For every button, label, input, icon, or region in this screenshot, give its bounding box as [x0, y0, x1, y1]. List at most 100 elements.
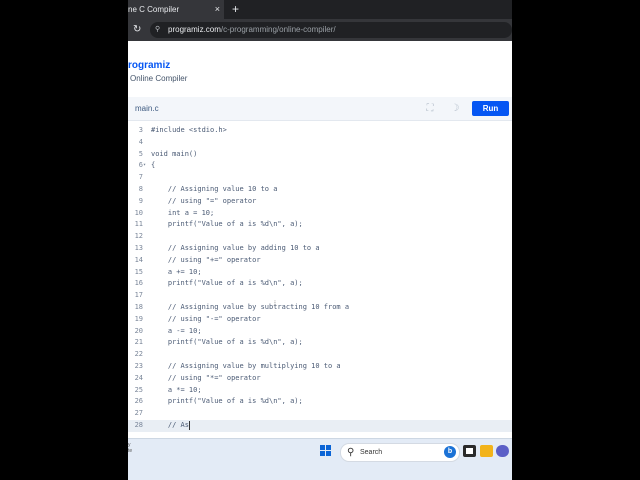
code-text: { — [151, 161, 156, 170]
code-text: // using "+=" operator — [151, 255, 261, 264]
browser-tab-bar: ne C Compiler × + — [128, 0, 512, 19]
code-line[interactable]: 9 // using "=" operator — [128, 196, 512, 208]
code-line[interactable]: 24 // using "*=" operator — [128, 373, 512, 385]
file-tab-main-c[interactable]: main.c — [128, 97, 176, 120]
windows-start-icon[interactable] — [320, 445, 332, 457]
reload-icon[interactable]: ↻ — [133, 19, 141, 41]
line-number: 4 — [138, 137, 143, 146]
line-number: 6 — [138, 161, 143, 170]
code-text: printf("Value of a is %d\n", a); — [151, 220, 303, 229]
line-number: 10 — [134, 208, 143, 217]
code-line[interactable]: 26 printf("Value of a is %d\n", a); — [128, 396, 512, 408]
line-number: 7 — [138, 173, 143, 182]
lock-icon[interactable]: ⚲ — [155, 22, 160, 38]
line-number: 20 — [134, 326, 143, 335]
line-number: 24 — [134, 373, 143, 382]
code-line[interactable]: 17 — [128, 290, 512, 302]
code-text: // Assigning value by multiplying 10 to … — [151, 362, 341, 370]
line-number: 27 — [134, 409, 143, 418]
taskbar-search-label: Search — [360, 449, 383, 456]
code-text: #include <stdio.h> — [151, 126, 227, 134]
line-number: 8 — [138, 185, 143, 193]
task-view-icon[interactable] — [463, 445, 476, 457]
code-text: printf("Value of a is %d\n", a); — [151, 397, 303, 406]
url-path: /c-programming/online-compiler/ — [220, 25, 336, 34]
code-line[interactable]: 25 a *= 10; — [128, 385, 512, 397]
browser-address-bar: ↻ ⚲ programiz.com/c-programming/online-c… — [128, 19, 512, 41]
code-text: // using "=" operator — [151, 196, 257, 205]
code-text: a -= 10; — [151, 326, 202, 335]
code-line[interactable]: 4 — [128, 137, 512, 149]
moon-icon[interactable]: ☽ — [447, 101, 463, 116]
tab-title: ne C Compiler — [128, 5, 180, 14]
code-line[interactable]: 8 // Assigning value 10 to a — [128, 184, 512, 196]
line-number: 18 — [134, 303, 143, 311]
line-number: 5 — [138, 149, 143, 158]
code-line[interactable]: 12 — [128, 231, 512, 243]
code-line[interactable]: 20 a -= 10; — [128, 326, 512, 338]
code-text: // using "*=" operator — [151, 373, 261, 382]
fullscreen-icon[interactable]: ⛶ — [422, 101, 438, 116]
code-editor[interactable]: 3 #include <stdio.h> 4 5 void main() 6 ▾{7 8 //… — [128, 124, 512, 436]
close-tab-icon[interactable]: × — [215, 0, 220, 19]
chat-icon[interactable] — [496, 445, 509, 457]
line-number: 19 — [134, 314, 143, 323]
url-host: programiz.com — [168, 25, 221, 34]
code-line[interactable]: 3 #include <stdio.h> — [128, 125, 512, 137]
line-number: 13 — [134, 244, 143, 252]
code-text: void main() — [151, 149, 198, 158]
code-text: // As — [151, 420, 190, 430]
code-text: a += 10; — [151, 267, 202, 276]
new-tab-icon[interactable]: + — [232, 0, 239, 19]
line-number: 9 — [138, 196, 143, 205]
screen-recording-frame: ne C Compiler × + ↻ ⚲ programiz.com/c-pr… — [128, 0, 512, 480]
code-line[interactable]: 27 — [128, 408, 512, 420]
search-icon: ⚲ — [347, 447, 355, 458]
code-text: int a = 10; — [151, 208, 215, 217]
file-tab-label: main.c — [135, 104, 159, 113]
line-number: 12 — [134, 232, 143, 241]
mouse-cursor-icon: ⁞ — [274, 301, 276, 308]
code-line[interactable]: 7 — [128, 172, 512, 184]
code-line[interactable]: 11 printf("Value of a is %d\n", a); — [128, 219, 512, 231]
windows-taskbar: y te ⚲ Search b — [128, 438, 512, 480]
code-line[interactable]: 28 // As — [128, 420, 512, 432]
programiz-logo[interactable]: rogramiz — [128, 60, 170, 71]
line-number: 11 — [134, 220, 143, 229]
line-number: 23 — [134, 362, 143, 370]
code-text: a *= 10; — [151, 385, 202, 394]
code-line[interactable]: 15 a += 10; — [128, 267, 512, 279]
code-line[interactable]: 16 printf("Value of a is %d\n", a); — [128, 278, 512, 290]
code-text: // Assigning value by subtracting 10 fro… — [151, 303, 350, 311]
line-number: 21 — [134, 338, 143, 347]
code-line[interactable]: 13 // Assigning value by adding 10 to a — [128, 243, 512, 255]
code-line[interactable]: 5 void main() — [128, 149, 512, 161]
code-line[interactable]: 19 // using "-=" operator — [128, 314, 512, 326]
code-text: // Assigning value by adding 10 to a — [151, 244, 320, 252]
code-line[interactable]: 10 int a = 10; — [128, 208, 512, 220]
code-text: printf("Value of a is %d\n", a); — [151, 338, 303, 347]
taskbar-left-text: y te — [128, 442, 133, 454]
editor-toolbar: main.c ⛶ ☽ Run — [128, 97, 512, 121]
code-line[interactable]: 22 — [128, 349, 512, 361]
file-explorer-icon[interactable] — [480, 445, 493, 457]
line-number: 25 — [134, 385, 143, 394]
code-line[interactable]: 14 // using "+=" operator — [128, 255, 512, 267]
site-subtitle: Online Compiler — [130, 74, 188, 83]
code-line[interactable]: 21 printf("Value of a is %d\n", a); — [128, 337, 512, 349]
code-line[interactable]: 6 ▾{ — [128, 160, 512, 172]
line-number: 15 — [134, 267, 143, 276]
url-text: programiz.com/c-programming/online-compi… — [168, 22, 336, 38]
bing-icon[interactable]: b — [444, 446, 456, 458]
site-header: rogramiz Online Compiler — [128, 41, 512, 94]
browser-tab[interactable]: ne C Compiler × — [128, 0, 224, 19]
code-line[interactable]: 23 // Assigning value by multiplying 10 … — [128, 361, 512, 373]
run-button[interactable]: Run — [472, 101, 509, 116]
code-line[interactable]: 18 // Assigning value by subtracting 10 … — [128, 302, 512, 314]
line-number: 17 — [134, 291, 143, 300]
url-input[interactable]: ⚲ programiz.com/c-programming/online-com… — [150, 22, 512, 38]
taskbar-search-box[interactable]: ⚲ Search b — [340, 443, 460, 462]
code-text: printf("Value of a is %d\n", a); — [151, 279, 303, 288]
code-text: // using "-=" operator — [151, 314, 261, 323]
fold-toggle-icon[interactable]: ▾ — [143, 160, 149, 172]
